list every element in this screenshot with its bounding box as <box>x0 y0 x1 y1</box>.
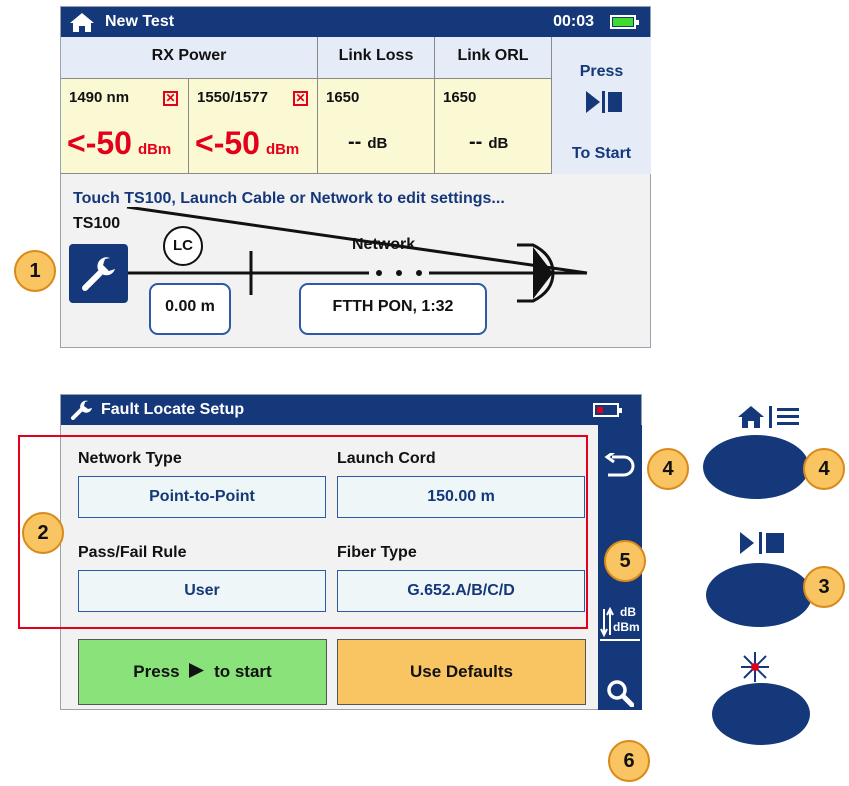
network-type-field[interactable]: Point-to-Point <box>78 476 326 518</box>
title-bar: Fault Locate Setup <box>61 395 641 425</box>
orl-value: -- dB <box>469 131 509 153</box>
page-title: Fault Locate Setup <box>101 401 245 418</box>
fiber-type-field[interactable]: G.652.A/B/C/D <box>337 570 585 612</box>
battery-icon <box>593 403 622 417</box>
link-orl-cell[interactable]: 1650 -- dB <box>435 79 552 174</box>
callout-badge: 5 <box>604 540 646 582</box>
network-value: FTTH PON, 1:32 <box>332 298 454 315</box>
link-loss-cell[interactable]: 1650 -- dB <box>318 79 435 174</box>
power-meter-table: RX Power Link Loss Link ORL 1490 nm ✕ <-… <box>61 37 651 174</box>
wrench-icon <box>71 400 92 420</box>
power-value: <-50 dBm <box>67 125 172 161</box>
start-prefix: Press <box>133 662 180 681</box>
lc-connector[interactable]: LC <box>163 226 203 266</box>
start-button[interactable]: Press to start <box>78 639 327 705</box>
link-loss-header: Link Loss <box>318 37 435 79</box>
laser-icon <box>741 652 769 682</box>
unit-db: dB <box>620 605 636 619</box>
rx-1490-cell[interactable]: 1490 nm ✕ <-50 dBm <box>61 79 189 174</box>
launch-cable-button[interactable]: 0.00 m <box>149 283 231 335</box>
press-label: Press <box>579 63 624 80</box>
home-menu-hard-button[interactable] <box>703 435 809 499</box>
x-box-icon: ✕ <box>163 91 178 106</box>
wavelength-label: 1550/1577 <box>197 89 268 106</box>
play-stop-icon <box>740 532 784 554</box>
callout-badge: 6 <box>608 740 650 782</box>
to-start-label: To Start <box>571 145 632 162</box>
battery-icon <box>610 15 639 29</box>
ts100-settings-button[interactable] <box>69 244 128 303</box>
wavelength-label: 1490 nm <box>69 89 130 106</box>
page-title: New Test <box>105 13 175 30</box>
callout-badge: 1 <box>14 250 56 292</box>
wrench-icon <box>82 257 115 291</box>
home-icon <box>738 406 764 428</box>
callout-badge: 2 <box>22 512 64 554</box>
elapsed-time: 00:03 <box>553 13 594 30</box>
laser-hard-button[interactable] <box>712 683 810 745</box>
launch-length: 0.00 m <box>165 298 215 315</box>
back-arrow-icon[interactable] <box>604 453 636 479</box>
network-label: Network <box>352 236 416 253</box>
rx-power-header: RX Power <box>61 37 318 79</box>
wavelength-label: 1650 <box>443 89 477 106</box>
use-defaults-button[interactable]: Use Defaults <box>337 639 586 705</box>
callout-badge: 4 <box>803 448 845 490</box>
unit-toggle-icon <box>600 607 614 638</box>
setup-screen: Fault Locate Setup Network Type Point-to… <box>18 394 642 710</box>
link-orl-header: Link ORL <box>435 37 552 79</box>
launch-cord-label: Launch Cord <box>337 450 436 467</box>
network-type-label: Network Type <box>78 450 182 467</box>
pass-fail-rule-field[interactable]: User <box>78 570 326 612</box>
callout-badge: 3 <box>803 566 845 608</box>
start-suffix: to start <box>214 662 272 681</box>
network-button[interactable]: FTTH PON, 1:32 <box>299 283 487 335</box>
search-icon[interactable] <box>606 679 634 707</box>
pass-fail-rule-label: Pass/Fail Rule <box>78 544 187 561</box>
wavelength-label: 1650 <box>326 89 360 106</box>
fiber-type-label: Fiber Type <box>337 544 417 561</box>
unit-toggle-button[interactable]: dB dBm <box>600 603 640 645</box>
connector-label: LC <box>173 237 193 254</box>
edit-hint: Touch TS100, Launch Cable or Network to … <box>73 190 505 207</box>
x-box-icon: ✕ <box>293 91 308 106</box>
start-stop-hard-button[interactable] <box>706 563 812 627</box>
start-test-button[interactable]: Press To Start <box>552 37 651 174</box>
title-bar: New Test 00:03 <box>61 7 650 37</box>
launch-cord-field[interactable]: 150.00 m <box>337 476 585 518</box>
play-icon <box>189 663 205 678</box>
play-stop-icon <box>586 91 622 113</box>
home-icon[interactable] <box>69 11 95 33</box>
test-screen: New Test 00:03 RX Power Link Loss Link O… <box>60 6 651 348</box>
loss-value: -- dB <box>348 131 388 153</box>
rx-1550-cell[interactable]: 1550/1577 ✕ <-50 dBm <box>189 79 318 174</box>
unit-dbm: dBm <box>613 620 640 634</box>
callout-badge: 4 <box>647 448 689 490</box>
power-value: <-50 dBm <box>195 125 300 161</box>
home-menu-icon <box>738 406 799 428</box>
